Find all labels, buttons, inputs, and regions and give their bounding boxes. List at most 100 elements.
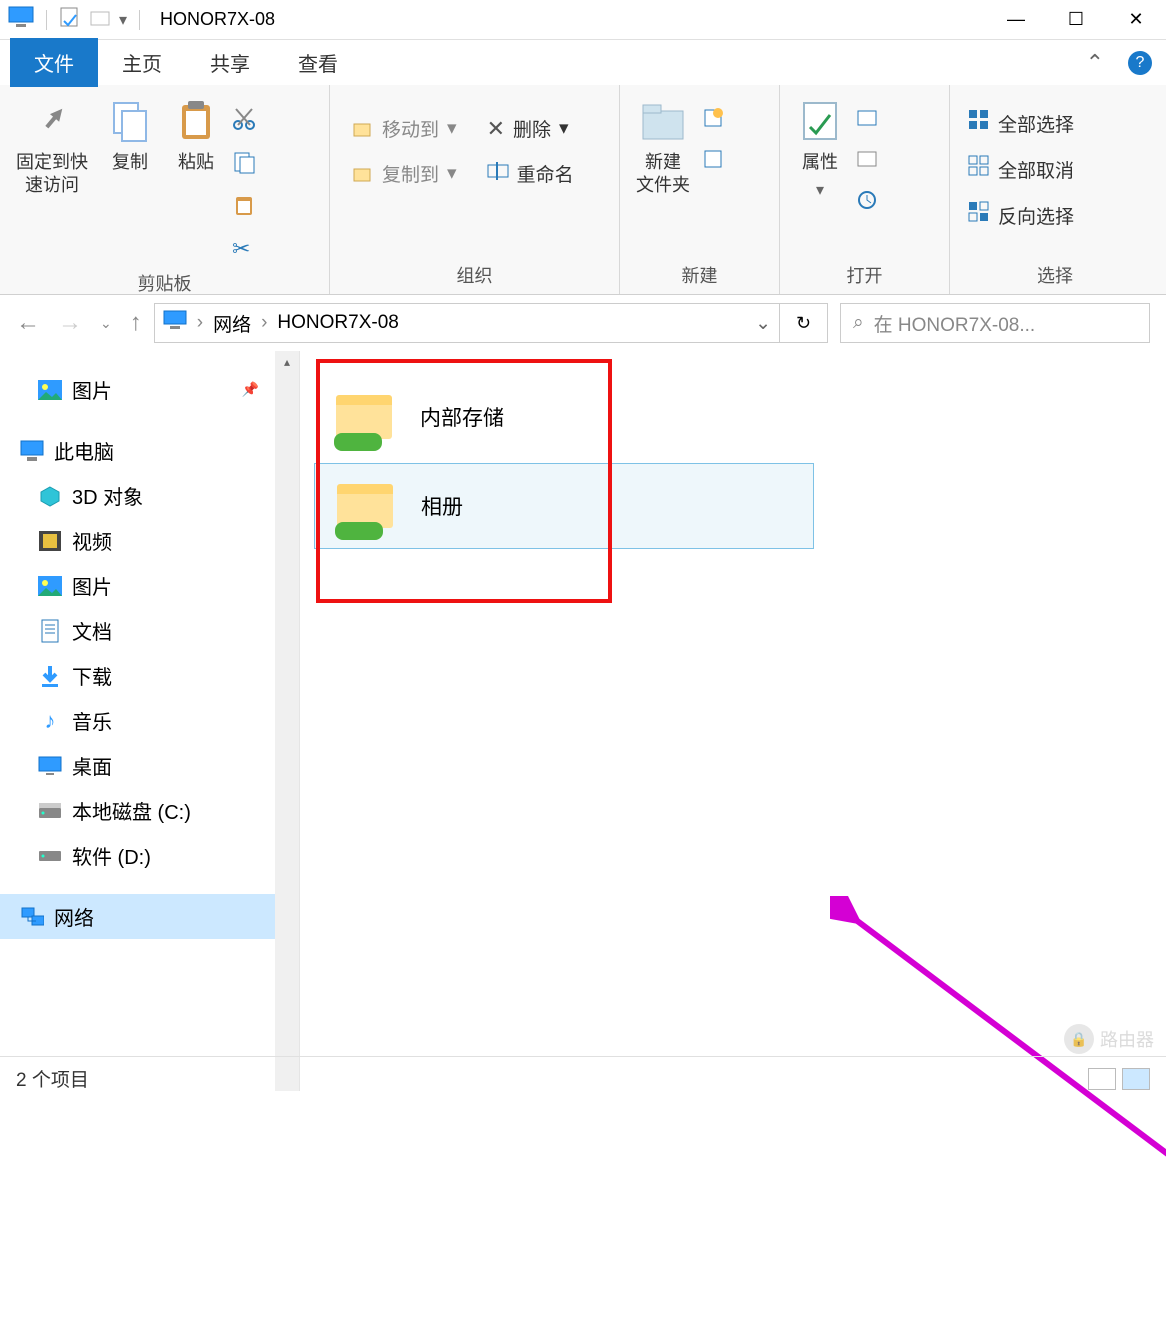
watermark: 🔒 路由器 xyxy=(1064,1024,1154,1054)
sidebar-item-downloads[interactable]: 下载 xyxy=(0,653,299,698)
sidebar-item-pictures[interactable]: 图片 xyxy=(0,563,299,608)
dropdown-icon: ▾ xyxy=(559,117,569,140)
qat-dropdown-icon[interactable]: ▾ xyxy=(119,10,127,30)
navigation-bar: ← → ⌄ ↑ › 网络 › HONOR7X-08 ⌄ ↻ ⌕ 在 HONOR7… xyxy=(0,295,1166,351)
close-button[interactable]: ✕ xyxy=(1106,0,1166,40)
network-folder-icon xyxy=(328,385,400,449)
up-button[interactable]: ↑ xyxy=(130,309,142,337)
sidebar-item-drive-c[interactable]: 本地磁盘 (C:) xyxy=(0,788,299,833)
address-dropdown[interactable]: ⌄ xyxy=(755,312,771,335)
group-label-organize: 组织 xyxy=(330,254,619,294)
minimize-button[interactable]: — xyxy=(986,0,1046,40)
cube-icon xyxy=(38,484,62,508)
properties-button[interactable]: 属性 ▾ xyxy=(790,93,850,204)
sidebar-item-3dobjects[interactable]: 3D 对象 xyxy=(0,473,299,518)
moveto-button[interactable]: 移动到 ▾ xyxy=(348,113,461,144)
folder-internal-storage[interactable]: 内部存储 xyxy=(314,375,814,459)
large-icons-view-button[interactable] xyxy=(1122,1068,1150,1090)
sidebar-item-videos[interactable]: 视频 xyxy=(0,518,299,563)
pc-icon xyxy=(20,439,44,463)
newfolder-button[interactable]: 新建 文件夹 xyxy=(630,93,696,202)
tab-home[interactable]: 主页 xyxy=(98,38,186,87)
paste-icon xyxy=(172,97,220,145)
pin-to-quickaccess-button[interactable]: 固定到快 速访问 xyxy=(10,93,94,202)
drive-icon xyxy=(38,799,62,823)
cut-icon[interactable] xyxy=(232,107,256,136)
ribbon: 固定到快 速访问 复制 粘贴 ✂ 剪贴板 移动到 ▾ 复制到 ▾ xyxy=(0,85,1166,295)
tab-file[interactable]: 文件 xyxy=(10,38,98,87)
group-label-clipboard: 剪贴板 xyxy=(0,262,329,302)
sidebar-item-pictures-quick[interactable]: 图片 📌 xyxy=(0,367,299,412)
search-icon: ⌕ xyxy=(853,312,864,334)
network-folder-icon xyxy=(329,474,401,538)
newfolder-icon[interactable] xyxy=(89,6,111,33)
tab-share[interactable]: 共享 xyxy=(186,38,274,87)
desktop-icon xyxy=(38,754,62,778)
copypath-icon[interactable] xyxy=(232,150,256,179)
newitem-icon[interactable] xyxy=(702,107,724,134)
titlebar: ▾ HONOR7X-08 — ☐ ✕ xyxy=(0,0,1166,40)
selectnone-icon xyxy=(968,155,990,183)
quick-access-toolbar: ▾ xyxy=(0,6,152,33)
search-input[interactable]: ⌕ 在 HONOR7X-08... xyxy=(840,303,1150,343)
open-icon[interactable] xyxy=(856,107,878,134)
scroll-up-icon[interactable]: ▴ xyxy=(284,351,290,373)
forward-button[interactable]: → xyxy=(58,309,82,337)
properties-icon xyxy=(796,97,844,145)
address-bar[interactable]: › 网络 › HONOR7X-08 ⌄ xyxy=(154,303,780,343)
music-icon: ♪ xyxy=(38,709,62,733)
dropdown-icon: ▾ xyxy=(447,162,457,185)
scissors-icon[interactable]: ✂ xyxy=(232,236,256,262)
copyto-button[interactable]: 复制到 ▾ xyxy=(348,158,461,189)
refresh-button[interactable]: ↻ xyxy=(780,303,828,343)
paste-button[interactable]: 粘贴 xyxy=(166,93,226,178)
properties-icon[interactable] xyxy=(59,6,81,33)
sidebar-item-documents[interactable]: 文档 xyxy=(0,608,299,653)
folder-icon xyxy=(639,97,687,145)
folder-album[interactable]: 相册 xyxy=(314,463,814,549)
document-icon xyxy=(38,619,62,643)
film-icon xyxy=(38,529,62,553)
search-placeholder: 在 HONOR7X-08... xyxy=(874,310,1036,337)
maximize-button[interactable]: ☐ xyxy=(1046,0,1106,40)
paste-shortcut-icon[interactable] xyxy=(232,193,256,222)
selectall-button[interactable]: 全部选择 xyxy=(964,107,1078,139)
tab-view[interactable]: 查看 xyxy=(274,38,362,87)
selectall-icon xyxy=(968,109,990,137)
group-label-select: 选择 xyxy=(950,254,1160,294)
history-icon[interactable] xyxy=(856,189,878,216)
annotation-arrow xyxy=(830,896,1166,1336)
easyaccess-icon[interactable] xyxy=(702,148,724,175)
pictures-icon xyxy=(38,574,62,598)
recent-dropdown[interactable]: ⌄ xyxy=(100,315,112,332)
selectnone-button[interactable]: 全部取消 xyxy=(964,153,1078,185)
sidebar-item-desktop[interactable]: 桌面 xyxy=(0,743,299,788)
sidebar-item-network[interactable]: 网络 xyxy=(0,894,299,939)
chevron-right-icon[interactable]: › xyxy=(197,312,203,334)
sidebar-item-drive-d[interactable]: 软件 (D:) xyxy=(0,833,299,878)
status-bar: 2 个项目 xyxy=(0,1056,1166,1100)
delete-button[interactable]: ✕删除 ▾ xyxy=(483,113,578,144)
chevron-right-icon[interactable]: › xyxy=(261,312,267,334)
dropdown-icon: ▾ xyxy=(816,180,824,200)
invert-button[interactable]: 反向选择 xyxy=(964,199,1078,231)
copy-button[interactable]: 复制 xyxy=(100,93,160,178)
help-button[interactable]: ? xyxy=(1128,51,1152,75)
sidebar-item-thispc[interactable]: 此电脑 xyxy=(0,428,299,473)
sidebar-scrollbar[interactable]: ▴ xyxy=(275,351,299,1091)
breadcrumb-network[interactable]: 网络 xyxy=(213,310,251,337)
content-pane[interactable]: 内部存储 相册 xyxy=(300,351,1166,1091)
sidebar-item-music[interactable]: ♪音乐 xyxy=(0,698,299,743)
ribbon-tabs: 文件 主页 共享 查看 ⌃ ? xyxy=(0,40,1166,85)
separator xyxy=(139,10,140,30)
separator xyxy=(46,10,47,30)
collapse-ribbon-button[interactable]: ⌃ xyxy=(1076,50,1114,76)
details-view-button[interactable] xyxy=(1088,1068,1116,1090)
monitor-icon[interactable] xyxy=(8,6,34,33)
pin-icon: 📌 xyxy=(242,381,259,398)
back-button[interactable]: ← xyxy=(16,309,40,337)
item-count: 2 个项目 xyxy=(16,1065,89,1092)
breadcrumb-host[interactable]: HONOR7X-08 xyxy=(277,312,398,334)
rename-button[interactable]: 重命名 xyxy=(483,158,578,189)
edit-icon[interactable] xyxy=(856,148,878,175)
